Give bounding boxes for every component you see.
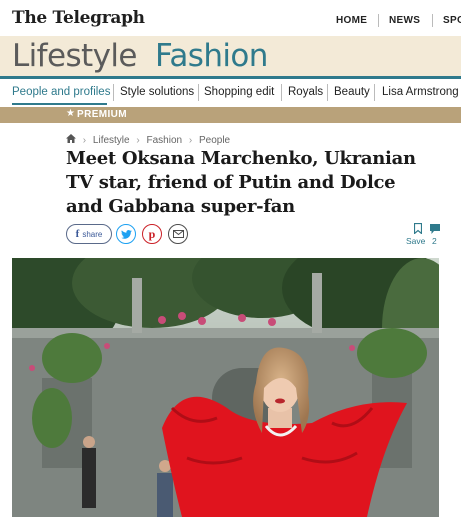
subnav-beauty[interactable]: Beauty <box>334 86 370 98</box>
subnav-active-indicator <box>12 103 107 105</box>
breadcrumb: › Lifestyle › Fashion › People <box>66 134 230 146</box>
subnav-shopping-edit[interactable]: Shopping edit <box>204 86 274 98</box>
subnav-divider <box>281 84 282 101</box>
section-title-fashion[interactable]: Fashion <box>155 38 268 74</box>
pinterest-icon: p <box>148 226 156 241</box>
chevron-right-icon: › <box>136 135 140 146</box>
section-title-lifestyle[interactable]: Lifestyle <box>12 38 137 74</box>
save-button[interactable]: Save <box>406 236 425 246</box>
email-share-button[interactable] <box>168 224 188 244</box>
subnav-lisa-armstrong[interactable]: Lisa Armstrong <box>382 86 459 98</box>
chevron-right-icon: › <box>82 135 87 146</box>
home-icon[interactable] <box>66 134 76 146</box>
article-hero-image <box>12 258 439 517</box>
page-margin <box>439 258 461 517</box>
subnav-divider <box>374 84 375 101</box>
article-headline: Meet Oksana Marchenko, Ukranian TV star,… <box>66 148 416 217</box>
nav-news[interactable]: NEWS <box>389 15 420 26</box>
telegraph-logo[interactable]: The Telegraph <box>12 8 145 28</box>
subnav-style-solutions[interactable]: Style solutions <box>120 86 194 98</box>
comment-count[interactable]: 2 <box>432 236 437 246</box>
facebook-share-label: share <box>82 229 103 239</box>
nav-divider <box>378 14 379 27</box>
subnav-divider <box>113 84 114 101</box>
breadcrumb-fashion[interactable]: Fashion <box>147 135 183 146</box>
subnav-people-and-profiles[interactable]: People and profiles <box>12 86 110 98</box>
twitter-icon <box>120 229 132 239</box>
twitter-share-button[interactable] <box>116 224 136 244</box>
email-icon <box>172 230 184 238</box>
facebook-share-button[interactable]: f share <box>66 224 112 244</box>
chevron-right-icon: › <box>188 135 193 146</box>
pinterest-share-button[interactable]: p <box>142 224 162 244</box>
nav-sport[interactable]: SPO <box>443 15 461 26</box>
subnav-divider <box>198 84 199 101</box>
star-icon: ★ <box>66 108 75 119</box>
subnav-divider <box>327 84 328 101</box>
subnav-royals[interactable]: Royals <box>288 86 323 98</box>
breadcrumb-people[interactable]: People <box>199 135 230 146</box>
premium-label: PREMIUM <box>77 109 128 120</box>
nav-home[interactable]: HOME <box>336 15 367 26</box>
breadcrumb-lifestyle[interactable]: Lifestyle <box>93 135 130 146</box>
nav-divider <box>432 14 433 27</box>
facebook-icon: f <box>75 228 80 240</box>
